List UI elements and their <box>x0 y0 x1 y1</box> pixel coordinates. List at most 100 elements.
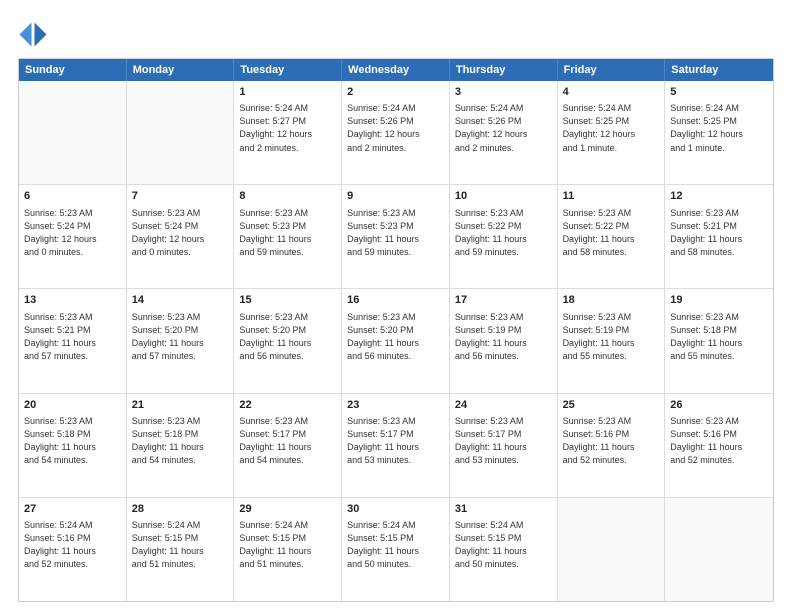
day-number: 27 <box>24 502 121 517</box>
calendar-cell: 31 Sunrise: 5:24 AM Sunset: 5:15 PM Dayli… <box>450 498 558 601</box>
day-number: 30 <box>347 502 444 517</box>
day-number: 28 <box>132 502 229 517</box>
day-number: 22 <box>239 398 336 413</box>
calendar-cell: 28 Sunrise: 5:24 AM Sunset: 5:15 PM Dayli… <box>127 498 235 601</box>
calendar-cell: 5 Sunrise: 5:24 AM Sunset: 5:25 PM Daylig… <box>665 81 773 184</box>
calendar-cell <box>558 498 666 601</box>
calendar-cell: 9 Sunrise: 5:23 AM Sunset: 5:23 PM Daylig… <box>342 185 450 288</box>
day-number: 6 <box>24 189 121 204</box>
day-number: 17 <box>455 293 552 308</box>
day-info: Sunrise: 5:23 AM Sunset: 5:20 PM Dayligh… <box>239 311 336 363</box>
day-number: 8 <box>239 189 336 204</box>
day-info: Sunrise: 5:23 AM Sunset: 5:18 PM Dayligh… <box>670 311 768 363</box>
day-info: Sunrise: 5:23 AM Sunset: 5:22 PM Dayligh… <box>455 207 552 259</box>
day-info: Sunrise: 5:24 AM Sunset: 5:25 PM Dayligh… <box>670 102 768 154</box>
day-info: Sunrise: 5:23 AM Sunset: 5:24 PM Dayligh… <box>132 207 229 259</box>
day-number: 31 <box>455 502 552 517</box>
calendar-cell: 8 Sunrise: 5:23 AM Sunset: 5:23 PM Daylig… <box>234 185 342 288</box>
calendar-row-0: 1Sunrise: 5:24 AM Sunset: 5:27 PM Daylig… <box>19 81 773 184</box>
calendar: SundayMondayTuesdayWednesdayThursdayFrid… <box>18 58 774 602</box>
calendar-row-3: 20 Sunrise: 5:23 AM Sunset: 5:18 PM Dayli… <box>19 393 773 497</box>
day-number: 11 <box>563 189 660 204</box>
day-info: Sunrise: 5:24 AM Sunset: 5:15 PM Dayligh… <box>132 519 229 571</box>
calendar-cell: 2 Sunrise: 5:24 AM Sunset: 5:26 PM Daylig… <box>342 81 450 184</box>
day-info: Sunrise: 5:24 AM Sunset: 5:27 PM Dayligh… <box>239 102 336 154</box>
calendar-cell: 27 Sunrise: 5:24 AM Sunset: 5:16 PM Dayli… <box>19 498 127 601</box>
day-info: Sunrise: 5:24 AM Sunset: 5:25 PM Dayligh… <box>563 102 660 154</box>
calendar-cell: 20 Sunrise: 5:23 AM Sunset: 5:18 PM Dayli… <box>19 394 127 497</box>
day-info: Sunrise: 5:24 AM Sunset: 5:26 PM Dayligh… <box>347 102 444 154</box>
day-info: Sunrise: 5:23 AM Sunset: 5:19 PM Dayligh… <box>563 311 660 363</box>
day-number: 14 <box>132 293 229 308</box>
calendar-cell: 21 Sunrise: 5:23 AM Sunset: 5:18 PM Dayli… <box>127 394 235 497</box>
day-info: Sunrise: 5:23 AM Sunset: 5:23 PM Dayligh… <box>239 207 336 259</box>
day-info: Sunrise: 5:24 AM Sunset: 5:16 PM Dayligh… <box>24 519 121 571</box>
calendar-cell: 30 Sunrise: 5:24 AM Sunset: 5:15 PM Dayli… <box>342 498 450 601</box>
day-info: Sunrise: 5:23 AM Sunset: 5:23 PM Dayligh… <box>347 207 444 259</box>
calendar-cell: 22 Sunrise: 5:23 AM Sunset: 5:17 PM Dayli… <box>234 394 342 497</box>
day-info: Sunrise: 5:24 AM Sunset: 5:15 PM Dayligh… <box>455 519 552 571</box>
calendar-cell: 26 Sunrise: 5:23 AM Sunset: 5:16 PM Dayli… <box>665 394 773 497</box>
day-info: Sunrise: 5:23 AM Sunset: 5:22 PM Dayligh… <box>563 207 660 259</box>
day-info: Sunrise: 5:23 AM Sunset: 5:24 PM Dayligh… <box>24 207 121 259</box>
day-info: Sunrise: 5:23 AM Sunset: 5:16 PM Dayligh… <box>670 415 768 467</box>
calendar-body: 1Sunrise: 5:24 AM Sunset: 5:27 PM Daylig… <box>19 81 773 601</box>
day-number: 25 <box>563 398 660 413</box>
logo-icon <box>18 18 48 48</box>
calendar-cell: 25 Sunrise: 5:23 AM Sunset: 5:16 PM Dayli… <box>558 394 666 497</box>
day-number: 2 <box>347 85 444 100</box>
day-info: Sunrise: 5:23 AM Sunset: 5:19 PM Dayligh… <box>455 311 552 363</box>
header-day-monday: Monday <box>127 59 235 81</box>
day-info: Sunrise: 5:23 AM Sunset: 5:17 PM Dayligh… <box>239 415 336 467</box>
day-number: 21 <box>132 398 229 413</box>
calendar-row-2: 13 Sunrise: 5:23 AM Sunset: 5:21 PM Dayli… <box>19 288 773 392</box>
day-info: Sunrise: 5:23 AM Sunset: 5:16 PM Dayligh… <box>563 415 660 467</box>
day-number: 4 <box>563 85 660 100</box>
day-number: 5 <box>670 85 768 100</box>
day-info: Sunrise: 5:24 AM Sunset: 5:15 PM Dayligh… <box>347 519 444 571</box>
day-info: Sunrise: 5:23 AM Sunset: 5:17 PM Dayligh… <box>347 415 444 467</box>
calendar-cell <box>127 81 235 184</box>
calendar-cell: 17 Sunrise: 5:23 AM Sunset: 5:19 PM Dayli… <box>450 289 558 392</box>
header-day-tuesday: Tuesday <box>234 59 342 81</box>
day-number: 9 <box>347 189 444 204</box>
day-number: 10 <box>455 189 552 204</box>
day-number: 20 <box>24 398 121 413</box>
day-info: Sunrise: 5:23 AM Sunset: 5:20 PM Dayligh… <box>347 311 444 363</box>
calendar-cell: 16Sunrise: 5:23 AM Sunset: 5:20 PM Dayli… <box>342 289 450 392</box>
day-number: 13 <box>24 293 121 308</box>
day-info: Sunrise: 5:23 AM Sunset: 5:21 PM Dayligh… <box>670 207 768 259</box>
day-info: Sunrise: 5:23 AM Sunset: 5:20 PM Dayligh… <box>132 311 229 363</box>
day-info: Sunrise: 5:23 AM Sunset: 5:18 PM Dayligh… <box>132 415 229 467</box>
header-day-friday: Friday <box>558 59 666 81</box>
page: SundayMondayTuesdayWednesdayThursdayFrid… <box>0 0 792 612</box>
header-day-thursday: Thursday <box>450 59 558 81</box>
calendar-cell: 10 Sunrise: 5:23 AM Sunset: 5:22 PM Dayli… <box>450 185 558 288</box>
header-day-wednesday: Wednesday <box>342 59 450 81</box>
day-info: Sunrise: 5:23 AM Sunset: 5:17 PM Dayligh… <box>455 415 552 467</box>
logo <box>18 18 52 48</box>
header-day-sunday: Sunday <box>19 59 127 81</box>
calendar-cell <box>19 81 127 184</box>
day-number: 15 <box>239 293 336 308</box>
day-info: Sunrise: 5:23 AM Sunset: 5:18 PM Dayligh… <box>24 415 121 467</box>
calendar-cell: 12Sunrise: 5:23 AM Sunset: 5:21 PM Dayli… <box>665 185 773 288</box>
calendar-cell: 14 Sunrise: 5:23 AM Sunset: 5:20 PM Dayli… <box>127 289 235 392</box>
calendar-cell: 11 Sunrise: 5:23 AM Sunset: 5:22 PM Dayli… <box>558 185 666 288</box>
day-number: 18 <box>563 293 660 308</box>
calendar-cell: 7Sunrise: 5:23 AM Sunset: 5:24 PM Daylig… <box>127 185 235 288</box>
calendar-cell: 29Sunrise: 5:24 AM Sunset: 5:15 PM Dayli… <box>234 498 342 601</box>
day-info: Sunrise: 5:23 AM Sunset: 5:21 PM Dayligh… <box>24 311 121 363</box>
day-number: 26 <box>670 398 768 413</box>
header <box>18 18 774 48</box>
day-info: Sunrise: 5:24 AM Sunset: 5:26 PM Dayligh… <box>455 102 552 154</box>
calendar-cell: 19 Sunrise: 5:23 AM Sunset: 5:18 PM Dayli… <box>665 289 773 392</box>
calendar-cell: 13 Sunrise: 5:23 AM Sunset: 5:21 PM Dayli… <box>19 289 127 392</box>
calendar-cell: 6 Sunrise: 5:23 AM Sunset: 5:24 PM Daylig… <box>19 185 127 288</box>
calendar-cell: 24 Sunrise: 5:23 AM Sunset: 5:17 PM Dayli… <box>450 394 558 497</box>
calendar-cell: 18 Sunrise: 5:23 AM Sunset: 5:19 PM Dayli… <box>558 289 666 392</box>
calendar-cell: 15 Sunrise: 5:23 AM Sunset: 5:20 PM Dayli… <box>234 289 342 392</box>
day-number: 24 <box>455 398 552 413</box>
day-number: 19 <box>670 293 768 308</box>
calendar-header: SundayMondayTuesdayWednesdayThursdayFrid… <box>19 59 773 81</box>
